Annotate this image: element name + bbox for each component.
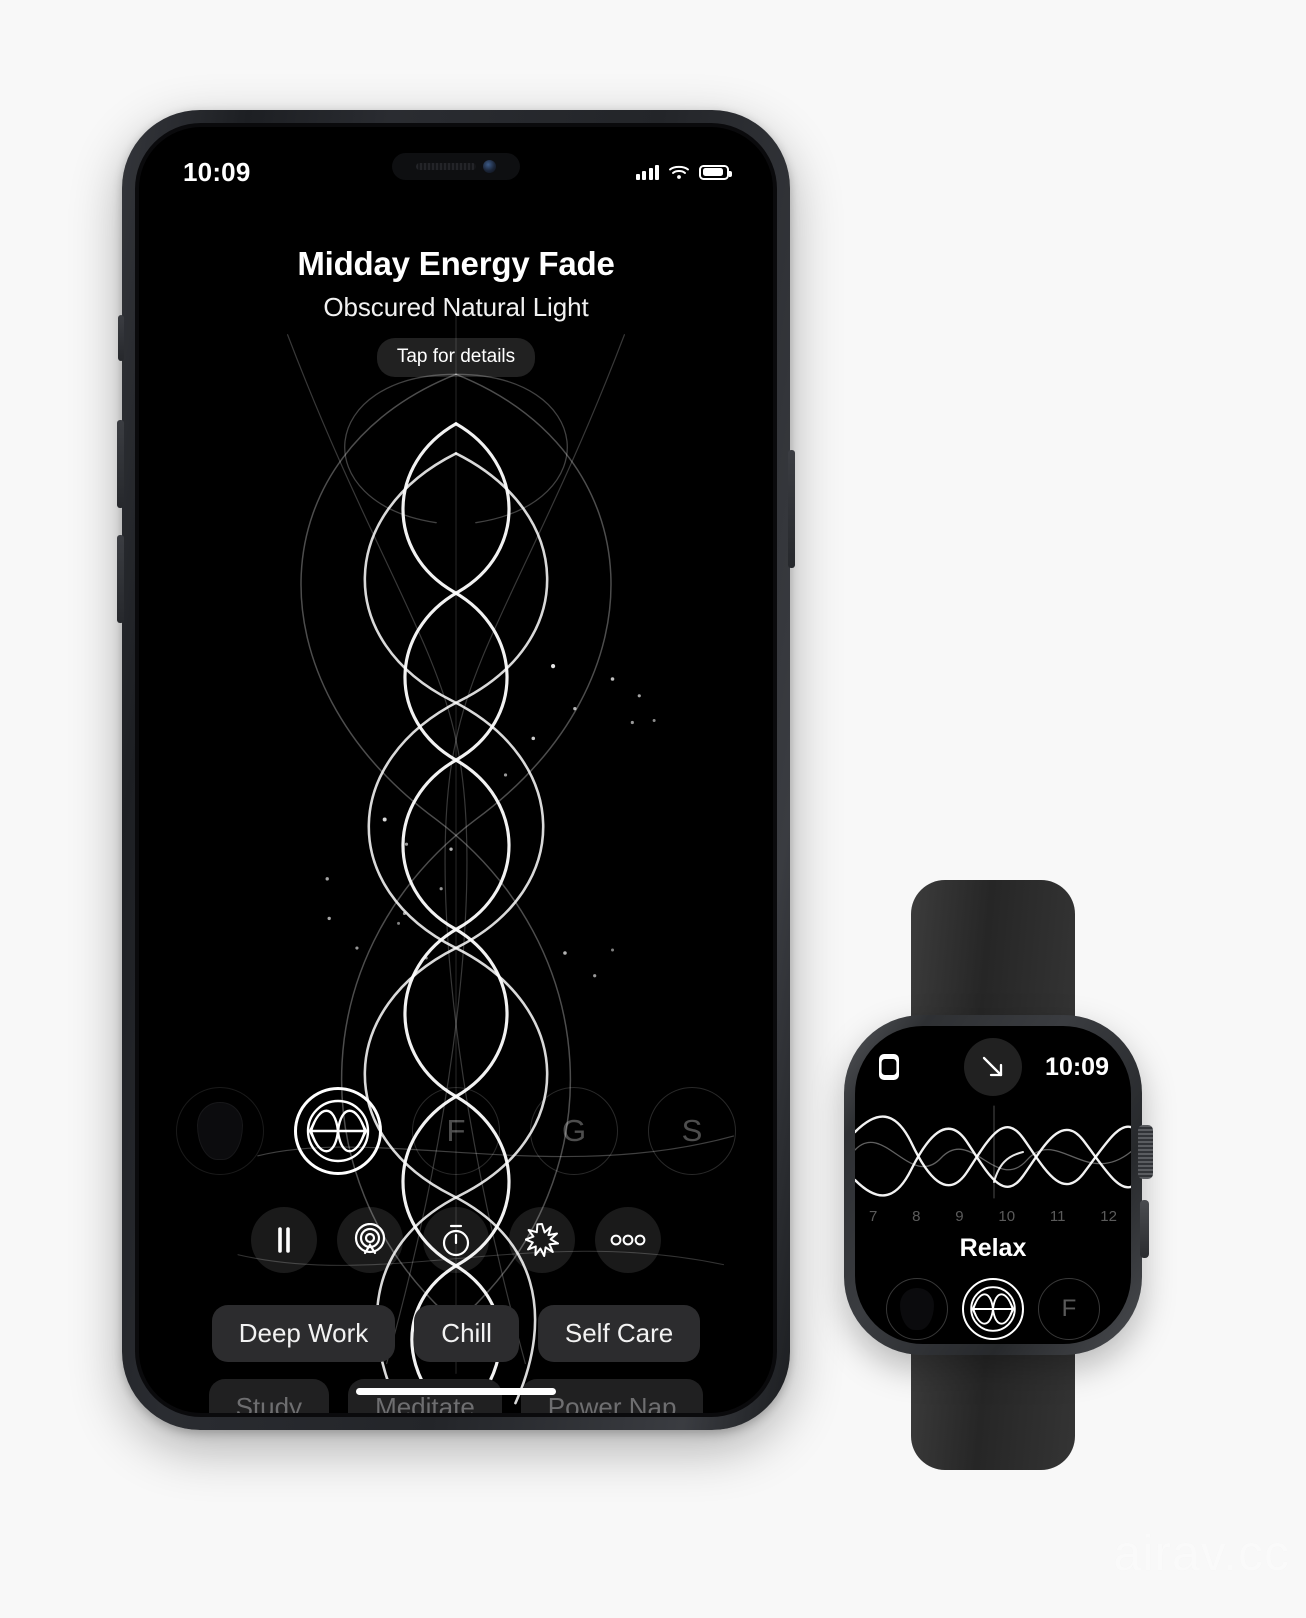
wifi-icon	[669, 165, 689, 179]
playback-controls	[139, 1207, 773, 1273]
airplay-button[interactable]	[337, 1207, 403, 1273]
watch-selector-wave[interactable]	[962, 1278, 1024, 1340]
watch-side-button[interactable]	[1140, 1200, 1149, 1258]
apple-watch-device: 10:09 7 8 9 10 11 12 Relax F	[828, 880, 1158, 1470]
volume-up-button[interactable]	[117, 420, 124, 508]
chip-power-nap[interactable]: Power Nap	[520, 1379, 704, 1413]
watch-chart-ticks: 7 8 9 10 11 12	[855, 1208, 1131, 1225]
status-bar: 10:09	[139, 157, 773, 187]
tick-label: 11	[1049, 1208, 1066, 1225]
chip-row-primary: Deep Work Chill Self Care	[139, 1305, 773, 1362]
selector-f[interactable]: F	[412, 1087, 500, 1175]
watch-screen: 10:09 7 8 9 10 11 12 Relax F	[855, 1026, 1131, 1344]
tick-label: 12	[1100, 1208, 1117, 1225]
selector-label: F	[1061, 1295, 1077, 1322]
home-indicator[interactable]	[356, 1388, 556, 1395]
timer-button[interactable]	[423, 1207, 489, 1273]
more-button[interactable]	[595, 1207, 661, 1273]
mute-switch[interactable]	[118, 315, 124, 361]
selector-label: S	[681, 1113, 703, 1148]
chip-study[interactable]: Study	[208, 1379, 330, 1413]
watch-wave-chart	[855, 1105, 1131, 1199]
digital-crown[interactable]	[1138, 1125, 1153, 1179]
stopwatch-icon	[442, 1224, 470, 1257]
page-subtitle: Obscured Natural Light	[323, 292, 589, 322]
more-dots-icon	[610, 1234, 646, 1246]
pause-button[interactable]	[251, 1207, 317, 1273]
status-indicators	[635, 164, 732, 180]
starburst-icon	[525, 1223, 559, 1257]
tick-label: 7	[869, 1208, 878, 1225]
wave-circle-icon	[970, 1286, 1016, 1332]
watch-status-bar: 10:09	[855, 1046, 1131, 1088]
selector-wave[interactable]	[294, 1087, 382, 1175]
now-playing-header: Midday Energy Fade Obscured Natural Ligh…	[139, 245, 773, 377]
broadcast-icon	[354, 1223, 386, 1255]
effects-button[interactable]	[509, 1207, 575, 1273]
selector-profile[interactable]	[176, 1087, 264, 1175]
watch-mode-label: Relax	[959, 1234, 1027, 1262]
chip-chill[interactable]: Chill	[414, 1305, 519, 1362]
watermark: airav.cc	[1113, 1525, 1290, 1581]
selector-label: G	[561, 1113, 587, 1148]
screenshot-canvas: 10:09 Midday Energy Fade Obscured Natura…	[0, 0, 1306, 1618]
watch-case: 10:09 7 8 9 10 11 12 Relax F	[844, 1015, 1153, 1355]
pause-icon	[278, 1227, 290, 1253]
tick-label: 10	[998, 1208, 1016, 1225]
chip-self-care[interactable]: Self Care	[537, 1305, 701, 1362]
selector-s[interactable]: S	[648, 1087, 736, 1175]
watch-selector-row: F	[855, 1278, 1131, 1340]
soundscape-selector-row: F G S	[139, 1087, 773, 1175]
cellular-bars-icon	[635, 164, 659, 180]
preset-chip-list: Deep Work Chill Self Care Study Meditate…	[139, 1305, 773, 1413]
watch-selector-profile[interactable]	[886, 1278, 948, 1340]
chip-row-secondary: Study Meditate Power Nap	[139, 1379, 773, 1413]
iphone-screen: 10:09 Midday Energy Fade Obscured Natura…	[139, 127, 773, 1413]
tick-label: 9	[955, 1208, 964, 1225]
status-clock: 10:09	[183, 156, 251, 187]
selector-label: F	[446, 1113, 466, 1148]
tap-for-details-button[interactable]: Tap for details	[376, 338, 536, 377]
volume-down-button[interactable]	[117, 535, 124, 623]
watch-selector-f[interactable]: F	[1038, 1278, 1100, 1340]
iphone-device: 10:09 Midday Energy Fade Obscured Natura…	[117, 110, 795, 1430]
iphone-bezel: 10:09 Midday Energy Fade Obscured Natura…	[135, 123, 777, 1417]
battery-icon	[699, 164, 732, 180]
blob-silhouette-icon	[197, 1102, 243, 1160]
watch-clock: 10:09	[1045, 1052, 1109, 1081]
blob-silhouette-icon	[900, 1288, 934, 1330]
chip-meditate[interactable]: Meditate	[348, 1379, 502, 1413]
page-title: Midday Energy Fade	[297, 245, 615, 282]
watch-app-icon	[879, 1054, 899, 1080]
selector-g[interactable]: G	[530, 1087, 618, 1175]
chip-deep-work[interactable]: Deep Work	[211, 1305, 396, 1362]
tick-label: 8	[912, 1208, 921, 1225]
power-button[interactable]	[788, 450, 795, 568]
wave-circle-icon	[306, 1099, 370, 1163]
